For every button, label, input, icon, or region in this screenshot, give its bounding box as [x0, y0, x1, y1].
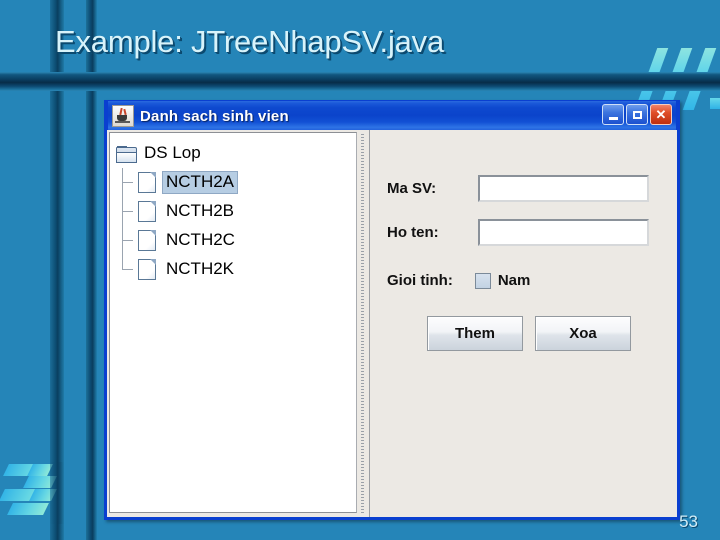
- maximize-icon: [632, 110, 642, 119]
- ho-ten-label: Ho ten:: [387, 224, 439, 241]
- open-folder-icon: [116, 145, 137, 163]
- ma-sv-row: Ma SV:: [387, 175, 657, 202]
- tree-node-ncth2k[interactable]: NCTH2K: [116, 255, 356, 284]
- window-content: DS Lop NCTH2A NCTH2B NCTH2C NCTH2K Ma SV…: [107, 130, 677, 517]
- tree-node-label: DS Lop: [144, 143, 201, 162]
- window-controls: ✕: [602, 104, 672, 125]
- tree-node-ncth2b[interactable]: NCTH2B: [116, 197, 356, 226]
- tree-node-ncth2c[interactable]: NCTH2C: [116, 226, 356, 255]
- gioi-tinh-row: Gioi tinh: Nam: [387, 272, 530, 289]
- minimize-icon: [608, 116, 618, 120]
- page-title: Example: JTreeNhapSV.java: [55, 24, 445, 59]
- xoa-button[interactable]: Xoa: [535, 316, 631, 351]
- slash-dot: [710, 98, 720, 109]
- tree-node-ncth2a[interactable]: NCTH2A: [116, 168, 356, 197]
- tree-node-root[interactable]: DS Lop: [116, 139, 356, 168]
- close-button[interactable]: ✕: [650, 104, 672, 125]
- gioi-tinh-label: Gioi tinh:: [387, 272, 453, 289]
- nam-checkbox[interactable]: [474, 272, 491, 289]
- minimize-button[interactable]: [602, 104, 624, 125]
- document-icon: [138, 201, 156, 222]
- document-icon: [138, 230, 156, 251]
- student-form-panel: Ma SV: Ho ten: Gioi tinh: Nam Them Xoa: [370, 130, 677, 517]
- ma-sv-label: Ma SV:: [387, 180, 437, 197]
- slide-canvas: Example: JTreeNhapSV.java Danh sach sinh…: [0, 0, 720, 540]
- application-window: Danh sach sinh vien ✕ DS Lop NCTH2A NCTH…: [104, 100, 680, 520]
- form-buttons: Them Xoa: [427, 316, 631, 351]
- ma-sv-input[interactable]: [478, 175, 649, 202]
- decorative-horizontal-bar: [0, 72, 720, 91]
- tree-node-label: NCTH2A: [162, 171, 239, 194]
- window-titlebar[interactable]: Danh sach sinh vien ✕: [107, 100, 677, 131]
- decorative-ribbon-bar-overlay: [50, 462, 64, 524]
- class-tree[interactable]: DS Lop NCTH2A NCTH2B NCTH2C NCTH2K: [110, 133, 356, 284]
- tree-panel: DS Lop NCTH2A NCTH2B NCTH2C NCTH2K: [109, 132, 357, 513]
- java-coffee-cup-icon: [112, 105, 134, 127]
- document-icon: [138, 172, 156, 193]
- tree-node-label: NCTH2C: [166, 230, 235, 249]
- nam-checkbox-label: Nam: [497, 272, 531, 289]
- document-icon: [138, 259, 156, 280]
- ribbon-stripe-4: [7, 503, 49, 515]
- tree-node-label: NCTH2B: [166, 201, 235, 220]
- maximize-button[interactable]: [626, 104, 648, 125]
- decorative-bar-slash-overlay: [640, 72, 720, 91]
- them-button[interactable]: Them: [427, 316, 523, 351]
- decorative-bar-junction: [50, 72, 97, 91]
- ho-ten-row: Ho ten:: [387, 219, 657, 246]
- close-icon: ✕: [655, 107, 667, 122]
- tree-node-label: NCTH2K: [166, 259, 235, 278]
- split-pane-divider[interactable]: [357, 130, 370, 517]
- ho-ten-input[interactable]: [478, 219, 649, 246]
- divider-grip[interactable]: [361, 134, 364, 513]
- window-title: Danh sach sinh vien: [140, 107, 289, 125]
- slide-page-number: 53: [679, 512, 698, 531]
